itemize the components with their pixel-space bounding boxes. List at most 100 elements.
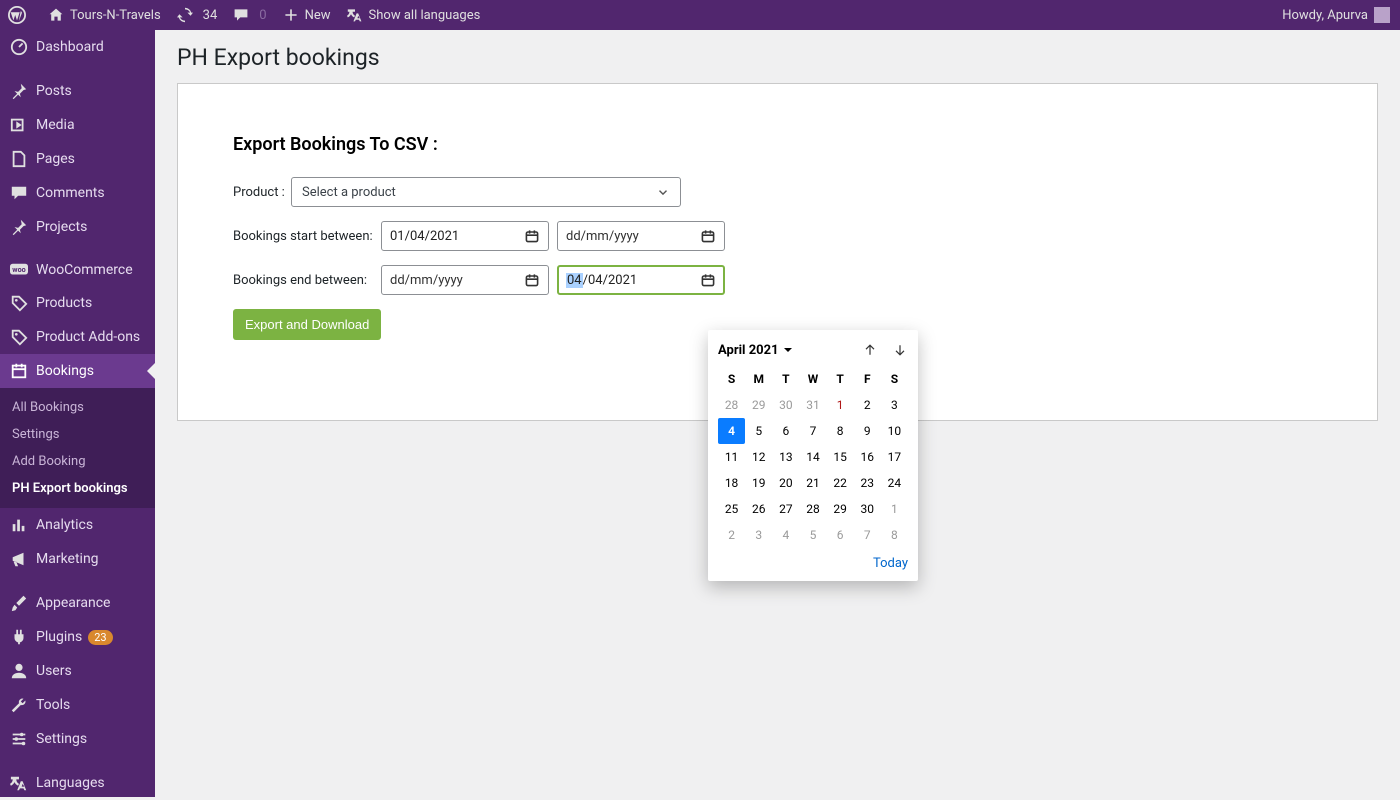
datepicker-day[interactable]: 4	[718, 418, 745, 444]
comment-icon	[233, 7, 249, 23]
datepicker-day[interactable]: 13	[772, 444, 799, 470]
datepicker-day[interactable]: 3	[745, 522, 772, 548]
datepicker-day[interactable]: 7	[799, 418, 826, 444]
datepicker-today[interactable]: Today	[873, 556, 908, 571]
calendar-icon	[10, 362, 28, 380]
page-title: PH Export bookings	[177, 44, 1378, 71]
start-to-date[interactable]: dd/mm/yyyy	[557, 221, 725, 251]
datepicker-day[interactable]: 15	[827, 444, 854, 470]
datepicker-day[interactable]: 3	[881, 392, 908, 418]
datepicker-day[interactable]: 12	[745, 444, 772, 470]
menu-woocommerce[interactable]: woo WooCommerce	[0, 254, 155, 286]
comments-link[interactable]: 0	[225, 0, 274, 30]
datepicker-dow: M	[745, 366, 772, 392]
menu-marketing[interactable]: Marketing	[0, 542, 155, 576]
datepicker-month-selector[interactable]: April 2021	[718, 343, 793, 358]
menu-dashboard[interactable]: Dashboard	[0, 30, 155, 64]
updates-link[interactable]: 34	[169, 0, 226, 30]
product-select[interactable]: Select a product	[291, 177, 681, 207]
datepicker-day[interactable]: 28	[718, 392, 745, 418]
datepicker-day[interactable]: 20	[772, 470, 799, 496]
datepicker-day[interactable]: 4	[772, 522, 799, 548]
end-to-date[interactable]: 04/04/2021	[557, 265, 725, 295]
start-from-date[interactable]: 01/04/2021	[381, 221, 549, 251]
datepicker-day[interactable]: 23	[854, 470, 881, 496]
datepicker-day[interactable]: 22	[827, 470, 854, 496]
menu-posts[interactable]: Posts	[0, 74, 155, 108]
submenu-settings[interactable]: Settings	[0, 421, 155, 448]
datepicker-day[interactable]: 8	[827, 418, 854, 444]
datepicker-day[interactable]: 17	[881, 444, 908, 470]
datepicker-day[interactable]: 18	[718, 470, 745, 496]
menu-media[interactable]: Media	[0, 108, 155, 142]
datepicker-day[interactable]: 2	[718, 522, 745, 548]
datepicker-day[interactable]: 29	[745, 392, 772, 418]
site-name: Tours-N-Travels	[70, 8, 161, 23]
datepicker-day[interactable]: 26	[745, 496, 772, 522]
menu-products[interactable]: Products	[0, 286, 155, 320]
woo-icon: woo	[10, 263, 28, 277]
datepicker-dow: S	[881, 366, 908, 392]
menu-pages[interactable]: Pages	[0, 142, 155, 176]
menu-projects[interactable]: Projects	[0, 210, 155, 244]
end-from-date[interactable]: dd/mm/yyyy	[381, 265, 549, 295]
datepicker-day[interactable]: 14	[799, 444, 826, 470]
export-button[interactable]: Export and Download	[233, 309, 381, 340]
menu-tools[interactable]: Tools	[0, 688, 155, 722]
datepicker-day[interactable]: 7	[854, 522, 881, 548]
datepicker-day[interactable]: 21	[799, 470, 826, 496]
datepicker-popup: April 2021 SMTWTFS2829303112345678910111…	[708, 330, 918, 581]
calendar-icon	[700, 272, 716, 288]
datepicker-day[interactable]: 1	[881, 496, 908, 522]
menu-product-addons[interactable]: Product Add-ons	[0, 320, 155, 354]
datepicker-day[interactable]: 16	[854, 444, 881, 470]
menu-analytics[interactable]: Analytics	[0, 508, 155, 542]
datepicker-prev[interactable]	[862, 342, 878, 358]
howdy-text: Howdy, Apurva	[1282, 8, 1368, 23]
datepicker-day[interactable]: 8	[881, 522, 908, 548]
end-to-value: 04/04/2021	[566, 273, 637, 288]
datepicker-day[interactable]: 6	[827, 522, 854, 548]
arrow-up-icon	[862, 342, 878, 358]
new-link[interactable]: New	[275, 0, 339, 30]
plug-icon	[10, 628, 28, 646]
menu-settings[interactable]: Settings	[0, 722, 155, 756]
menu-comments[interactable]: Comments	[0, 176, 155, 210]
languages-label: Show all languages	[369, 8, 481, 23]
wp-logo[interactable]	[0, 0, 40, 30]
datepicker-day[interactable]: 29	[827, 496, 854, 522]
datepicker-day[interactable]: 30	[772, 392, 799, 418]
menu-bookings[interactable]: Bookings	[0, 354, 155, 388]
datepicker-day[interactable]: 28	[799, 496, 826, 522]
site-link[interactable]: Tours-N-Travels	[40, 0, 169, 30]
datepicker-day[interactable]: 9	[854, 418, 881, 444]
product-placeholder: Select a product	[302, 185, 396, 200]
datepicker-day[interactable]: 6	[772, 418, 799, 444]
submenu-add-booking[interactable]: Add Booking	[0, 448, 155, 475]
datepicker-day[interactable]: 10	[881, 418, 908, 444]
datepicker-dow: T	[772, 366, 799, 392]
datepicker-day[interactable]: 30	[854, 496, 881, 522]
languages-link[interactable]: Show all languages	[339, 0, 489, 30]
datepicker-day[interactable]: 2	[854, 392, 881, 418]
arrow-down-icon	[892, 342, 908, 358]
menu-languages[interactable]: Languages	[0, 766, 155, 800]
menu-plugins[interactable]: Plugins 23	[0, 620, 155, 654]
datepicker-next[interactable]	[892, 342, 908, 358]
datepicker-day[interactable]: 27	[772, 496, 799, 522]
datepicker-day[interactable]: 31	[799, 392, 826, 418]
submenu-all-bookings[interactable]: All Bookings	[0, 394, 155, 421]
datepicker-day[interactable]: 1	[827, 392, 854, 418]
datepicker-day[interactable]: 25	[718, 496, 745, 522]
datepicker-day[interactable]: 5	[799, 522, 826, 548]
account-link[interactable]: Howdy, Apurva	[1282, 7, 1390, 23]
datepicker-day[interactable]: 11	[718, 444, 745, 470]
datepicker-day[interactable]: 19	[745, 470, 772, 496]
calendar-icon	[524, 228, 540, 244]
translate-icon	[347, 7, 363, 23]
datepicker-day[interactable]: 5	[745, 418, 772, 444]
menu-appearance[interactable]: Appearance	[0, 586, 155, 620]
submenu-export[interactable]: PH Export bookings	[0, 475, 155, 502]
datepicker-day[interactable]: 24	[881, 470, 908, 496]
menu-users[interactable]: Users	[0, 654, 155, 688]
